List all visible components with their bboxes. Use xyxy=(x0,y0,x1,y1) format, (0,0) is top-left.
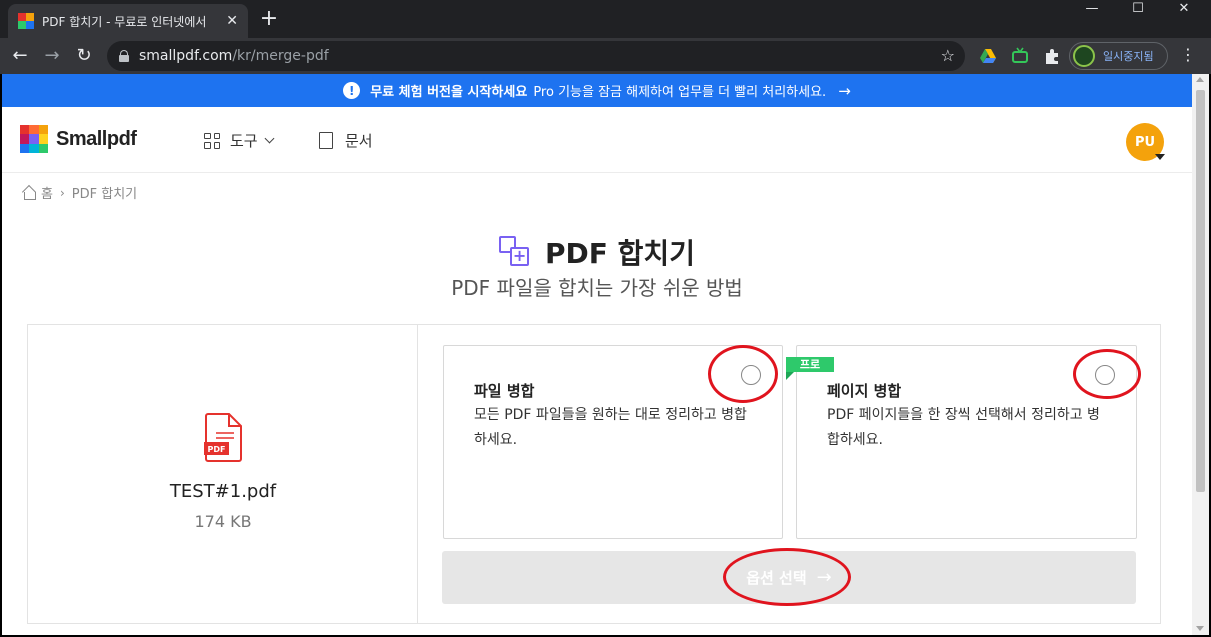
chevron-down-icon xyxy=(264,133,275,144)
profile-status-label: 일시중지됨 xyxy=(1103,50,1154,63)
url-host: smallpdf.com xyxy=(139,48,233,64)
option-description: PDF 페이지들을 한 장씩 선택해서 정리하고 병합하세요. xyxy=(827,407,1100,448)
radio-file-merge[interactable] xyxy=(741,365,761,385)
bookmark-star-icon[interactable]: ☆ xyxy=(941,46,955,65)
google-drive-icon[interactable] xyxy=(979,47,997,65)
breadcrumb: 홈 › PDF 합치기 xyxy=(22,183,137,202)
option-file-merge[interactable]: 파일 병합 모든 PDF 파일들을 원하는 대로 정리하고 병합하세요. xyxy=(443,345,783,539)
smallpdf-logo-icon xyxy=(20,125,48,153)
nav-tools-label: 도구 xyxy=(230,132,258,150)
window-minimize-button[interactable]: — xyxy=(1069,0,1115,18)
profile-avatar xyxy=(1073,45,1095,67)
arrow-right-icon: → xyxy=(816,567,832,588)
choose-option-label: 옵션 선택 xyxy=(746,569,807,587)
pdf-file-icon: PDF xyxy=(204,413,242,462)
home-icon[interactable] xyxy=(22,186,36,200)
option-title: 페이지 병합 xyxy=(827,382,902,400)
banner-text: Pro 기능을 잠금 해제하여 업무를 더 빨리 처리하세요. xyxy=(533,85,827,100)
breadcrumb-current: PDF 합치기 xyxy=(71,187,138,202)
caret-down-icon[interactable] xyxy=(1155,154,1165,160)
merge-panel: PDF TEST#1.pdf 174 KB 파일 병합 모든 PDF 파일들을 … xyxy=(27,324,1161,624)
banner-headline: 무료 체험 버전을 시작하세요 xyxy=(370,85,528,100)
browser-menu-icon[interactable]: ⋮ xyxy=(1180,45,1196,64)
tab-close-icon[interactable]: ✕ xyxy=(226,13,238,29)
forward-arrow-icon[interactable]: → xyxy=(40,44,64,68)
page-scrollbar[interactable] xyxy=(1192,74,1209,635)
page-viewport: ! 무료 체험 버전을 시작하세요 Pro 기능을 잠금 해제하여 업무를 더 … xyxy=(2,74,1192,635)
window-close-button[interactable]: ✕ xyxy=(1161,0,1207,18)
pro-badge-tail xyxy=(786,372,794,380)
address-bar[interactable]: smallpdf.com/kr/merge-pdf ☆ xyxy=(107,41,965,71)
info-icon: ! xyxy=(343,82,361,99)
merge-pdf-icon: + xyxy=(499,236,531,268)
arrow-right-icon: → xyxy=(838,81,851,100)
new-tab-button[interactable]: + xyxy=(256,6,282,31)
tab-title: PDF 합치기 - 무료로 인터넷에서 xyxy=(42,14,207,29)
radio-page-merge[interactable] xyxy=(1095,365,1115,385)
browser-tab-bar: PDF 합치기 - 무료로 인터넷에서 ✕ + — ☐ ✕ xyxy=(0,0,1211,38)
reload-icon[interactable]: ↻ xyxy=(72,44,96,68)
scroll-down-icon[interactable] xyxy=(1196,626,1204,631)
option-title: 파일 병합 xyxy=(474,382,535,400)
page-title: + PDF 합치기 xyxy=(2,232,1192,272)
page-title-text: PDF 합치기 xyxy=(545,237,695,270)
url-path: /kr/merge-pdf xyxy=(232,48,329,64)
lock-icon[interactable] xyxy=(119,50,129,62)
smallpdf-logo[interactable]: Smallpdf xyxy=(20,125,137,153)
site-header: Smallpdf 도구 문서 PU xyxy=(2,107,1192,173)
option-description: 모든 PDF 파일들을 원하는 대로 정리하고 병합하세요. xyxy=(474,407,747,448)
file-preview: PDF TEST#1.pdf 174 KB xyxy=(28,325,418,623)
back-arrow-icon[interactable]: ← xyxy=(8,44,32,68)
file-size: 174 KB xyxy=(194,512,252,531)
pro-badge: 프로 xyxy=(786,357,834,372)
profile-button[interactable]: 일시중지됨 xyxy=(1069,42,1168,70)
tv-extension-icon[interactable] xyxy=(1011,47,1029,65)
promo-banner[interactable]: ! 무료 체험 버전을 시작하세요 Pro 기능을 잠금 해제하여 업무를 더 … xyxy=(2,74,1192,107)
breadcrumb-separator: › xyxy=(59,185,65,200)
extensions-puzzle-icon[interactable] xyxy=(1043,47,1061,65)
scroll-up-icon[interactable] xyxy=(1196,77,1204,82)
browser-tab[interactable]: PDF 합치기 - 무료로 인터넷에서 ✕ xyxy=(8,4,248,38)
scroll-thumb[interactable] xyxy=(1196,90,1205,492)
pdf-badge-text: PDF xyxy=(208,445,226,454)
nav-tools[interactable]: 도구 xyxy=(204,130,275,151)
smallpdf-favicon-icon xyxy=(18,13,34,29)
browser-toolbar: ← → ↻ smallpdf.com/kr/merge-pdf ☆ 일시중지됨 … xyxy=(0,38,1211,74)
logo-text: Smallpdf xyxy=(56,127,137,150)
nav-documents[interactable]: 문서 xyxy=(319,130,373,151)
choose-option-button[interactable]: 옵션 선택 → xyxy=(442,551,1136,604)
file-name: TEST#1.pdf xyxy=(169,481,277,502)
grid-icon xyxy=(204,132,220,149)
page-subtitle: PDF 파일을 합치는 가장 쉬운 방법 xyxy=(451,276,743,300)
breadcrumb-home[interactable]: 홈 xyxy=(41,183,53,202)
window-maximize-button[interactable]: ☐ xyxy=(1115,0,1161,18)
nav-documents-label: 문서 xyxy=(345,132,373,150)
option-page-merge[interactable]: 페이지 병합 PDF 페이지들을 한 장씩 선택해서 정리하고 병합하세요. xyxy=(796,345,1137,539)
document-icon xyxy=(319,132,333,149)
